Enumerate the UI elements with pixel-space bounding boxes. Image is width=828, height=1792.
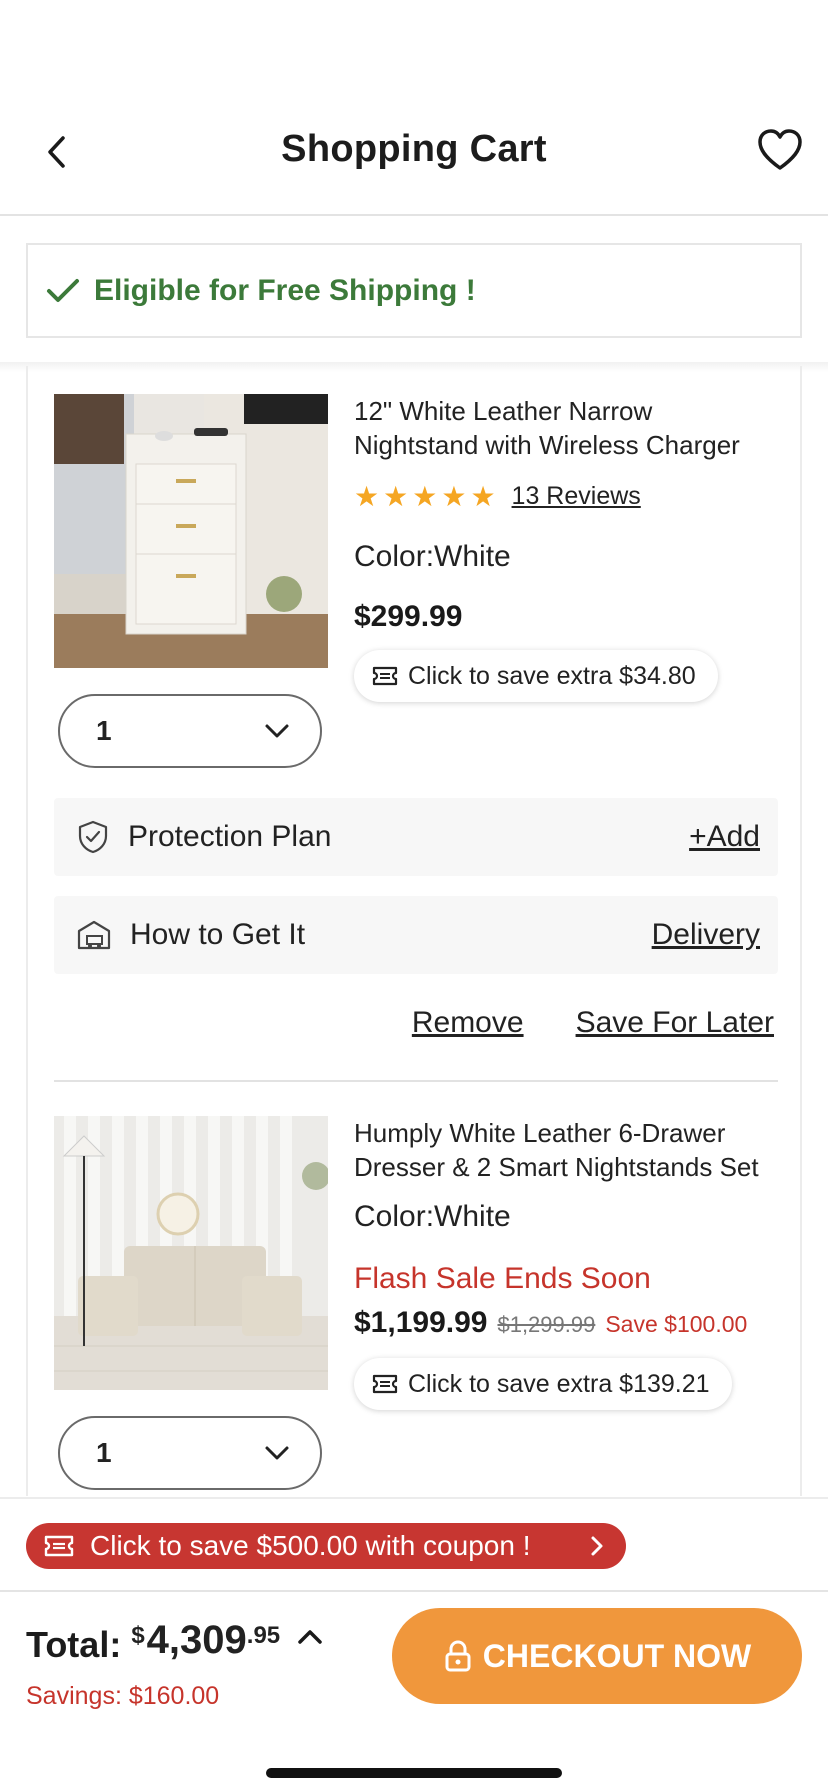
reviews-link[interactable]: 13 Reviews [512,482,641,511]
checkout-label: CHECKOUT NOW [482,1637,752,1674]
coupon-text: Click to save $500.00 with coupon ! [90,1530,531,1561]
extra-savings-button[interactable]: Click to save extra $139.21 [354,1358,732,1410]
delivery-option-link[interactable]: Delivery [652,918,760,952]
coupon-icon [372,666,398,686]
product-price: $1,199.99 [354,1306,488,1339]
shield-icon [78,820,108,854]
chevron-down-icon [265,1446,289,1460]
protection-plan-row[interactable]: Protection Plan +Add [54,798,778,876]
product-image[interactable] [54,1116,328,1390]
product-color: Color:White [354,1200,511,1233]
delivery-method-row[interactable]: How to Get It Delivery [54,896,778,974]
apply-coupon-button[interactable]: Click to save $500.00 with coupon ! [26,1523,626,1569]
add-protection-link[interactable]: +Add [689,820,760,854]
extra-savings-text: Click to save extra $34.80 [408,661,696,690]
coupon-icon [372,1374,398,1394]
cart-items: 12" White Leather Narrow Nightstand with… [26,366,802,1496]
savings-text: Savings: $160.00 [26,1682,220,1710]
total-label: Total: [26,1624,122,1665]
star-icon: ★ [354,480,380,512]
product-name[interactable]: Humply White Leather 6-Drawer Dresser & … [354,1116,774,1184]
protection-plan-label: Protection Plan [128,820,332,853]
extra-savings-button[interactable]: Click to save extra $34.80 [354,650,718,702]
save-for-later-link[interactable]: Save For Later [576,1006,774,1040]
order-total[interactable]: Total: $ 4,309 .95 [26,1618,324,1666]
remove-link[interactable]: Remove [412,1006,524,1040]
star-icon: ★ [383,480,409,512]
quantity-value: 1 [96,715,112,746]
total-amount: 4,309 [146,1618,247,1662]
status-bar [0,0,828,100]
original-price: $1,299.99 [497,1312,596,1337]
quantity-value: 1 [96,1437,112,1468]
delivery-label: How to Get It [130,918,306,951]
total-cents: .95 [246,1622,281,1649]
lock-icon [445,1640,471,1672]
product-price: $299.99 [354,600,463,633]
checkmark-icon [47,278,79,302]
item-actions: Remove Save For Later [412,1006,774,1040]
checkout-footer: Total: $ 4,309 .95 Savings: $160.00 CHEC… [0,1590,828,1792]
page-title: Shopping Cart [281,128,547,170]
extra-savings-text: Click to save extra $139.21 [408,1369,710,1398]
chevron-up-icon[interactable] [296,1628,324,1646]
product-name[interactable]: 12" White Leather Narrow Nightstand with… [354,394,774,462]
coupon-icon [44,1535,74,1557]
home-indicator [266,1768,562,1778]
star-icon: ★ [441,480,467,512]
star-icon: ★ [412,480,438,512]
free-shipping-text: Eligible for Free Shipping ! [94,273,476,307]
chevron-right-icon [591,1536,603,1556]
warehouse-delivery-icon [77,920,111,950]
star-icon: ★ [470,480,496,512]
header: Shopping Cart [0,100,828,216]
checkout-button[interactable]: CHECKOUT NOW [392,1608,802,1704]
total-currency: $ [131,1622,145,1649]
quantity-select[interactable]: 1 [58,1416,322,1490]
chevron-down-icon [265,724,289,738]
price-row: $1,199.99 $1,299.99 Save $100.00 [354,1306,747,1340]
coupon-bar: Click to save $500.00 with coupon ! [0,1497,828,1591]
product-image[interactable] [54,394,328,668]
flash-sale-text: Flash Sale Ends Soon [354,1262,651,1295]
product-color: Color:White [354,540,511,573]
wishlist-button[interactable] [756,128,804,176]
save-amount: Save $100.00 [605,1311,748,1337]
quantity-select[interactable]: 1 [58,694,322,768]
heart-icon [758,129,802,170]
item-divider [54,1080,778,1082]
rating: ★ ★ ★ ★ ★ 13 Reviews [354,482,641,511]
free-shipping-banner: Eligible for Free Shipping ! [26,243,802,338]
